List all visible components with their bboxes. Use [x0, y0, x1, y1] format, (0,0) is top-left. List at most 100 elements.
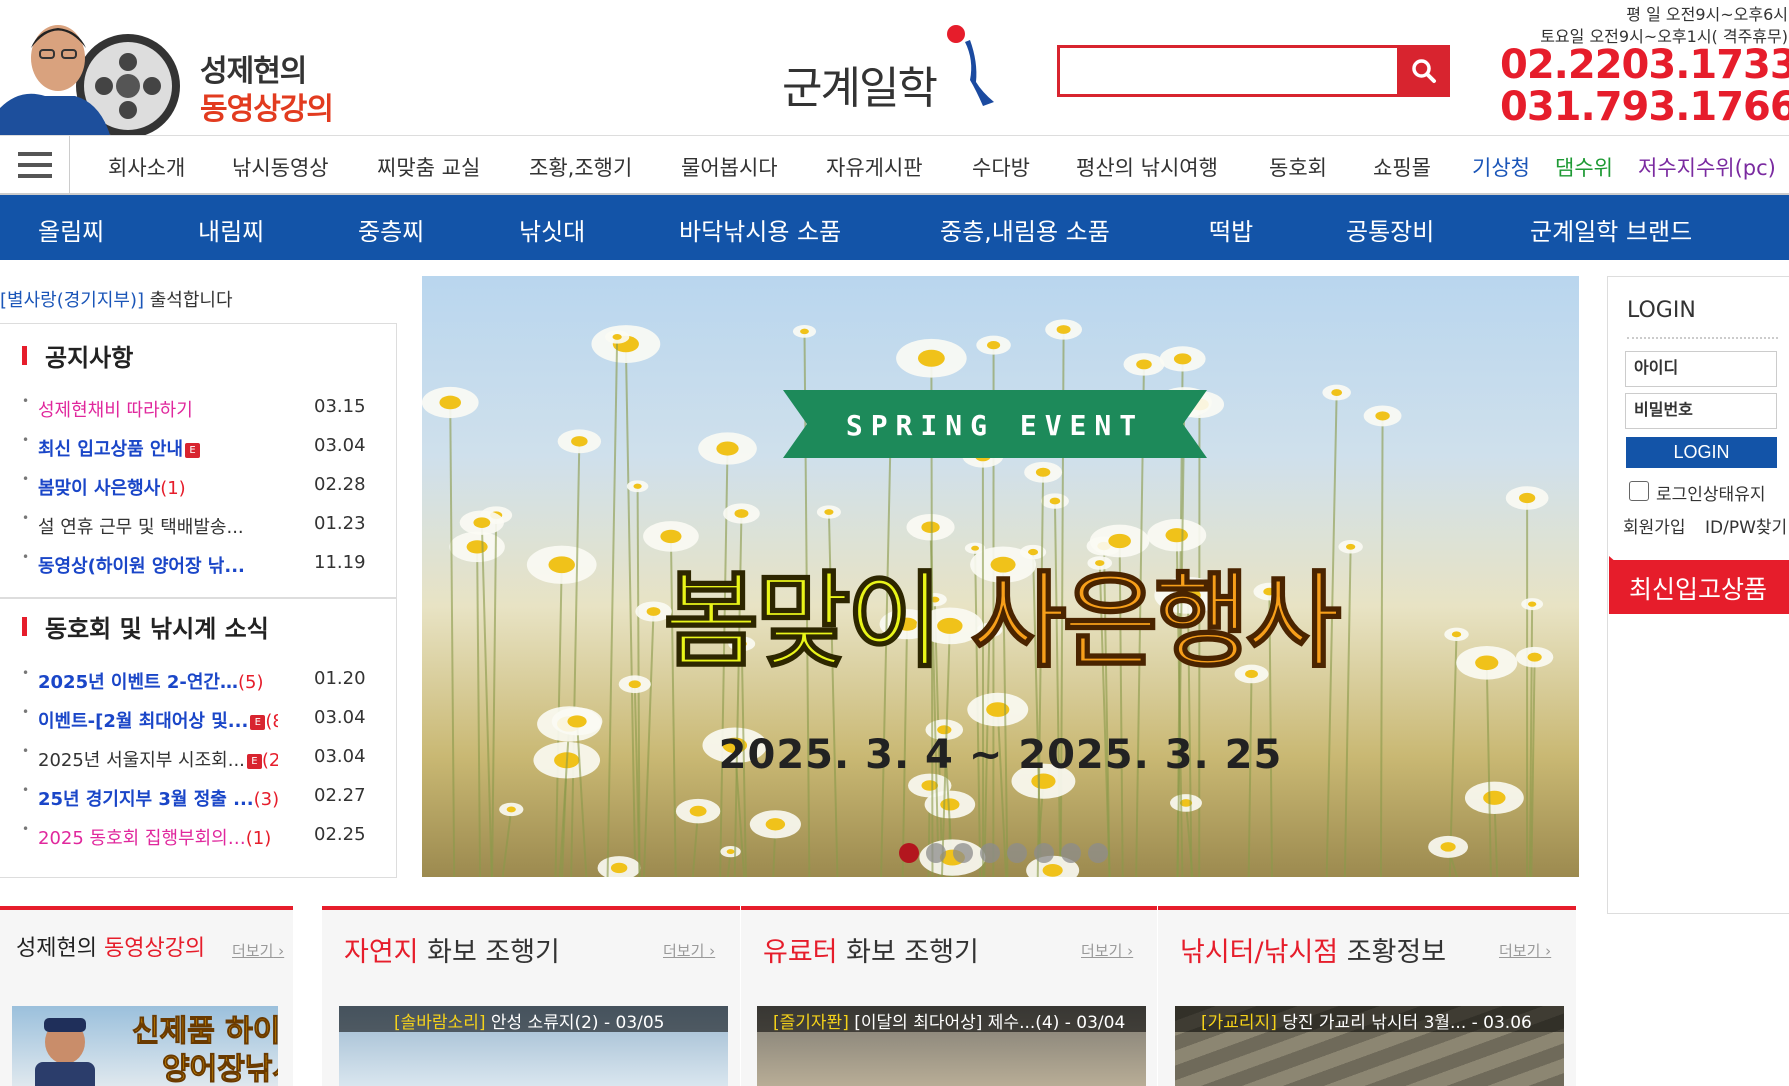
natural-spot-log-title[interactable]: 자연지 화보 조행기: [344, 930, 560, 969]
search-input[interactable]: [1057, 45, 1397, 97]
post-item[interactable]: •2025년 이벤트 2-연간…(5)01.20: [22, 668, 392, 692]
slide-dot[interactable]: [1034, 843, 1054, 863]
user-id-input[interactable]: [1625, 351, 1777, 387]
post-date: 01.20: [314, 668, 366, 689]
slide-dot[interactable]: [926, 843, 946, 863]
fishing-report-more-link[interactable]: 더보기 ›: [1499, 940, 1551, 961]
topnav-item[interactable]: 기상청: [1472, 152, 1530, 182]
category-item[interactable]: 군계일학 브랜드: [1530, 212, 1692, 247]
paid-spot-log-title[interactable]: 유료터 화보 조행기: [763, 930, 979, 969]
more-label: 더보기: [1081, 942, 1122, 960]
caption-tag: [즐기자퐌]: [773, 1013, 849, 1032]
category-item[interactable]: 바닥낚시용 소품: [679, 212, 841, 247]
post-item[interactable]: •설 연휴 근무 및 택배발송...01.23: [22, 513, 392, 537]
fishing-report-title-black: 조황정보: [1338, 937, 1446, 968]
category-item[interactable]: 내림찌: [198, 212, 264, 247]
post-title[interactable]: 성제현채비 따라하기: [38, 396, 193, 422]
attendance-text: 출석합니다: [144, 290, 233, 311]
topnav-item[interactable]: 조황,조행기: [529, 152, 632, 182]
post-title[interactable]: 동영상(하이원 양어장 낚...: [38, 552, 245, 578]
topnav-item[interactable]: 동호회: [1269, 152, 1327, 182]
business-hours-weekday: 평 일 오전9시~오후6시: [1520, 1, 1788, 25]
slide-dot[interactable]: [1007, 843, 1027, 863]
slide-dot[interactable]: [1061, 843, 1081, 863]
post-title-text: 2025년 서울지부 시조회...: [38, 750, 245, 771]
topnav-item[interactable]: 회사소개: [108, 152, 185, 182]
post-item[interactable]: •동영상(하이원 양어장 낚...11.19: [22, 552, 392, 576]
menu-icon[interactable]: [0, 136, 70, 194]
caption-text: [이달의 최다어상] 제수...(4) - 03/04: [849, 1013, 1125, 1032]
category-item[interactable]: 올림찌: [38, 212, 104, 247]
phone-number-1: 02.2203.1733: [1500, 42, 1789, 88]
keep-login-label[interactable]: 로그인상태유지: [1656, 480, 1765, 505]
topnav-item[interactable]: 댐수위: [1555, 152, 1613, 182]
topnav-item[interactable]: 찌맞춤 교실: [377, 152, 480, 182]
post-title[interactable]: 최신 입고상품 안내E: [38, 435, 200, 461]
topnav-item[interactable]: 평산의 낚시여행: [1076, 152, 1218, 182]
paid-spot-thumbnail[interactable]: [즐기자퐌] [이달의 최다어상] 제수...(4) - 03/04: [757, 1006, 1146, 1086]
topnav-item[interactable]: 낚시동영상: [232, 152, 329, 182]
find-id-pw-link[interactable]: ID/PW찾기: [1705, 513, 1787, 538]
post-item[interactable]: •이벤트-[2월 최대어상 및...E(8)03.04: [22, 707, 392, 731]
video-lecture-title[interactable]: 성제현의 동영상강의: [16, 930, 205, 962]
slide-dot[interactable]: [953, 843, 973, 863]
slide-dot[interactable]: [899, 843, 919, 863]
post-title[interactable]: 2025 동호회 집행부회의…(1): [38, 824, 271, 850]
password-input[interactable]: [1625, 393, 1777, 429]
event-title: 봄맞이 사은행사: [422, 536, 1579, 687]
fishing-report-thumbnail[interactable]: [가교리지] 당진 가교리 낚시터 3월... - 03.06: [1175, 1006, 1564, 1086]
video-lecture-title-red: 동영상강의: [104, 936, 205, 961]
post-title[interactable]: 2025년 이벤트 2-연간…(5): [38, 668, 264, 694]
post-item[interactable]: •25년 경기지부 3월 정출 ...(3)02.27: [22, 785, 392, 809]
category-item[interactable]: 떡밥: [1209, 212, 1253, 247]
notice-title[interactable]: 공지사항: [45, 338, 133, 373]
new-arrivals-button[interactable]: 최신입고상품: [1609, 560, 1789, 614]
post-item[interactable]: •성제현채비 따라하기03.15: [22, 396, 392, 420]
keep-login-checkbox[interactable]: [1629, 481, 1649, 501]
category-item[interactable]: 중층찌: [358, 212, 424, 247]
topnav-item[interactable]: 쇼핑몰: [1373, 152, 1431, 182]
post-title[interactable]: 봄맞이 사은행사(1): [38, 474, 186, 500]
search-icon: [1410, 57, 1438, 85]
paid-spot-more-link[interactable]: 더보기 ›: [1081, 940, 1133, 961]
post-title[interactable]: 이벤트-[2월 최대어상 및...E(8): [38, 707, 278, 733]
natural-spot-thumbnail[interactable]: [솔바람소리] 안성 소류지(2) - 03/05: [339, 1006, 728, 1086]
post-item[interactable]: •2025 동호회 집행부회의…(1)02.25: [22, 824, 392, 848]
category-item[interactable]: 공통장비: [1346, 212, 1434, 247]
phone-number-2: 031.793.1766: [1500, 84, 1789, 130]
natural-spot-caption: [솔바람소리] 안성 소류지(2) - 03/05: [339, 1006, 728, 1032]
post-date: 02.28: [314, 474, 366, 495]
event-badge-icon: E: [247, 754, 262, 769]
slide-dot[interactable]: [980, 843, 1000, 863]
post-item[interactable]: •봄맞이 사은행사(1)02.28: [22, 474, 392, 498]
topnav-item[interactable]: 수다방: [972, 152, 1030, 182]
post-item[interactable]: •최신 입고상품 안내E03.04: [22, 435, 392, 459]
slide-indicator: [899, 843, 1108, 863]
natural-spot-more-link[interactable]: 더보기 ›: [663, 940, 715, 961]
post-title[interactable]: 설 연휴 근무 및 택배발송...: [38, 513, 244, 539]
category-item[interactable]: 중층,내림용 소품: [940, 212, 1110, 247]
post-title[interactable]: 25년 경기지부 3월 정출 ...(3): [38, 785, 278, 811]
bullet-icon: •: [22, 433, 29, 447]
category-item[interactable]: 낚싯대: [519, 212, 585, 247]
post-date: 01.23: [314, 513, 366, 534]
slide-dot[interactable]: [1088, 843, 1108, 863]
site-logo[interactable]: 군계일학: [782, 52, 936, 116]
video-lecture-thumbnail[interactable]: 신제품 하이원 양어장낚시: [12, 1006, 278, 1086]
club-news-title[interactable]: 동호회 및 낚시계 소식: [45, 609, 269, 644]
attendance-message[interactable]: [별사랑(경기지부)] 출석합니다: [0, 286, 233, 312]
comment-count: (1): [246, 828, 272, 849]
event-banner[interactable]: SPRING EVENT 봄맞이 사은행사 2025. 3. 4 ~ 2025.…: [422, 276, 1579, 877]
instructor-profile-image[interactable]: [0, 8, 185, 135]
search-button[interactable]: [1397, 45, 1450, 97]
join-link[interactable]: 회원가입: [1623, 513, 1686, 538]
post-item[interactable]: •2025년 서울지부 시조회...E(2)03.04: [22, 746, 392, 770]
fishing-report-title[interactable]: 낚시터/낚시점 조황정보: [1180, 930, 1446, 969]
topnav-item[interactable]: 물어봅시다: [681, 152, 778, 182]
comment-count: (8): [265, 711, 278, 732]
post-title[interactable]: 2025년 서울지부 시조회...E(2): [38, 746, 278, 772]
login-button[interactable]: LOGIN: [1626, 437, 1777, 468]
topnav-item[interactable]: 자유게시판: [826, 152, 923, 182]
topnav-item[interactable]: 저수지수위(pc): [1638, 152, 1776, 182]
video-lecture-more-link[interactable]: 더보기 ›: [232, 940, 284, 961]
